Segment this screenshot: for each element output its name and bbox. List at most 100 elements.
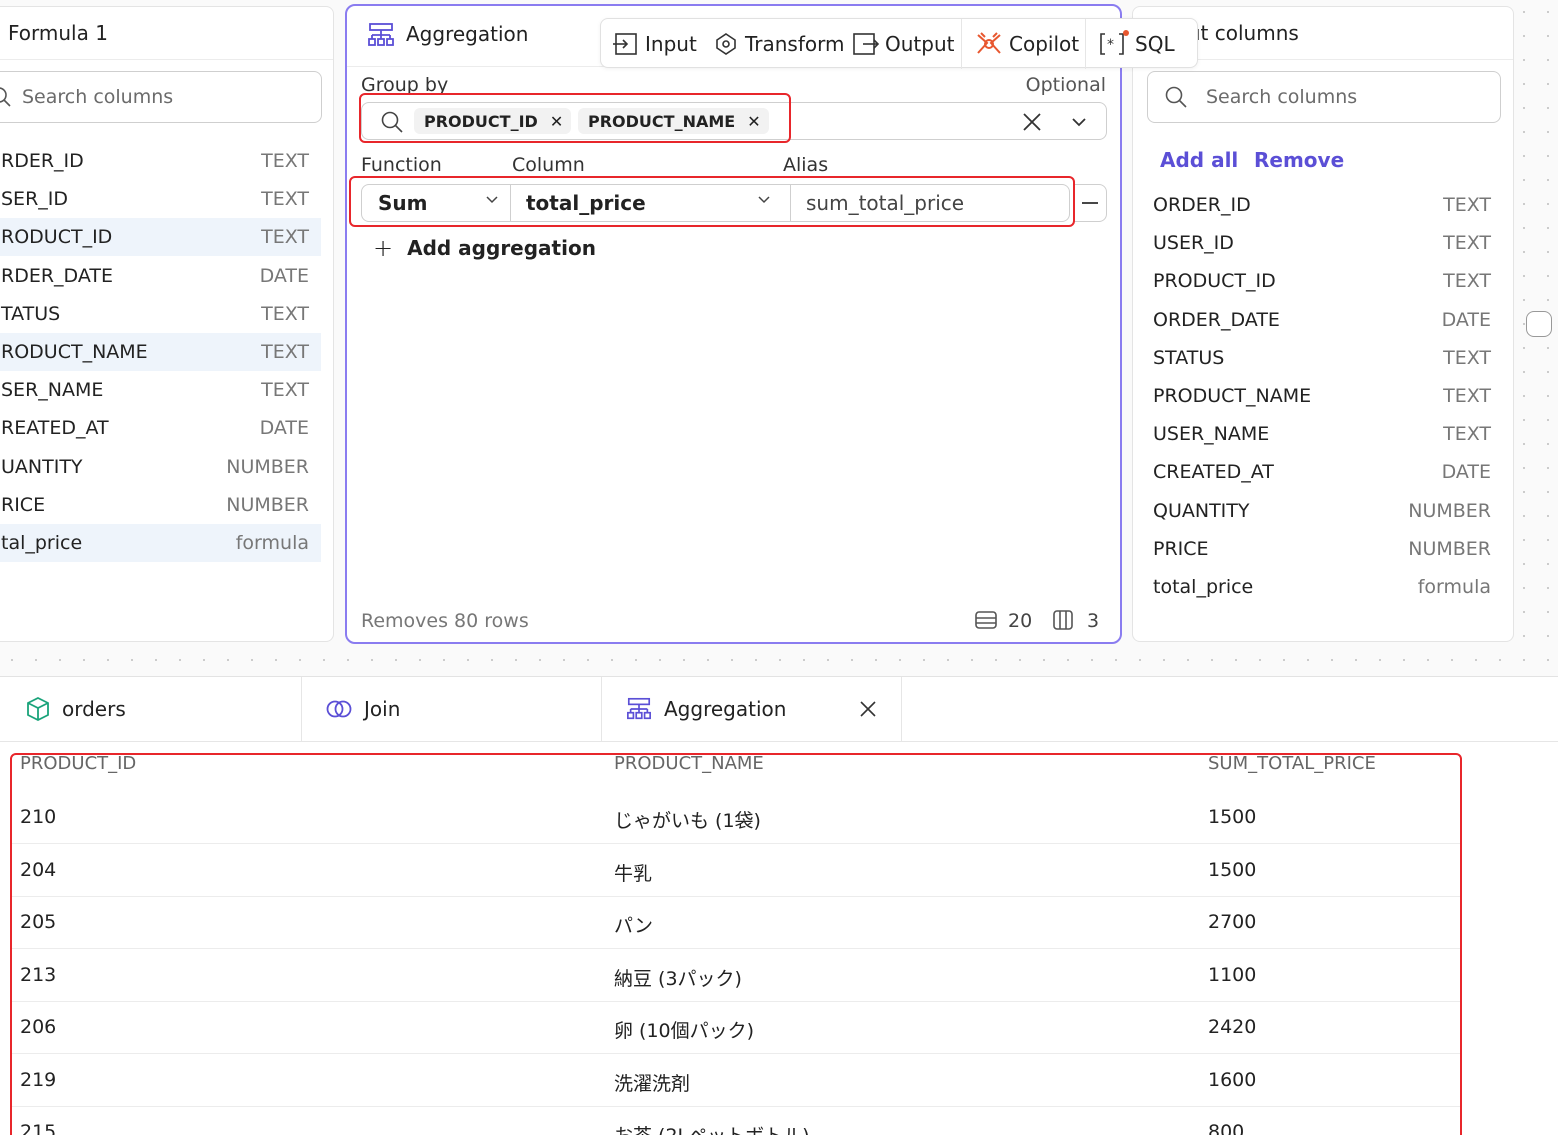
function-label: Function xyxy=(361,154,442,176)
tab-orders[interactable]: orders xyxy=(0,677,302,741)
output-columns-node[interactable]: ıt columns Search columns Add all Remove… xyxy=(1132,6,1514,642)
chip-remove-icon[interactable]: ✕ xyxy=(747,112,760,131)
remove-aggregation-button[interactable] xyxy=(1073,184,1107,222)
add-aggregation-button[interactable]: + Add aggregation xyxy=(373,234,596,262)
add-all-button[interactable]: Add all xyxy=(1160,148,1238,172)
column-name: RODUCT_ID xyxy=(1,226,113,249)
tab-label: Join xyxy=(364,697,401,721)
table-cell: 1500 xyxy=(1208,858,1257,881)
close-icon[interactable] xyxy=(860,701,876,717)
column-name: PRODUCT_ID xyxy=(1153,270,1276,293)
toolbar-divider xyxy=(961,19,962,69)
table-cell: 牛乳 xyxy=(614,862,653,885)
aggregation-icon xyxy=(368,23,394,46)
column-list-item[interactable]: TATUS TEXT xyxy=(0,295,321,333)
function-select[interactable]: Sum xyxy=(361,184,511,222)
column-list-item[interactable]: RODUCT_ID TEXT xyxy=(0,218,321,257)
input-button[interactable]: Input xyxy=(613,19,697,69)
remove-button[interactable]: Remove xyxy=(1254,148,1344,172)
column-type: DATE xyxy=(1441,461,1491,484)
column-list-item[interactable]: RODUCT_NAME TEXT xyxy=(0,333,321,371)
sql-label: SQL xyxy=(1135,32,1175,56)
column-list-item[interactable]: PRODUCT_ID TEXT xyxy=(1143,262,1503,300)
column-list-item[interactable]: SER_NAME TEXT xyxy=(0,371,321,409)
output-label: Output xyxy=(885,32,955,56)
transform-button[interactable]: Transform xyxy=(713,19,844,69)
tab-aggregation[interactable]: Aggregation xyxy=(602,677,902,741)
column-list-item[interactable]: RDER_DATE DATE xyxy=(0,257,321,295)
column-name: UANTITY xyxy=(1,455,83,478)
chevron-down-icon xyxy=(758,196,770,204)
column-select[interactable]: total_price xyxy=(510,184,791,222)
formula-node[interactable]: Formula 1 Search columns RDER_ID TEXT SER_… xyxy=(0,6,334,642)
column-name: CREATED_AT xyxy=(1153,461,1274,484)
column-name: SER_ID xyxy=(1,188,69,211)
column-list-item[interactable]: RDER_ID TEXT xyxy=(0,142,321,180)
output-button[interactable]: Output xyxy=(853,19,954,69)
table-row[interactable]: 204 牛乳 1500 xyxy=(10,845,1460,897)
column-list-item[interactable]: RICE NUMBER xyxy=(0,486,321,524)
alias-input[interactable]: sum_total_price xyxy=(790,184,1070,222)
chip-remove-icon[interactable]: ✕ xyxy=(550,112,563,131)
column-type: NUMBER xyxy=(226,493,309,516)
search-icon xyxy=(1165,86,1187,108)
column-list-item[interactable]: ORDER_ID TEXT xyxy=(1143,186,1503,224)
column-name: QUANTITY xyxy=(1153,499,1250,522)
column-list-item[interactable]: total_price formula xyxy=(1143,568,1503,606)
aggregation-node[interactable]: Aggregation Group by Optional PRODUCT_ID… xyxy=(345,4,1122,644)
cube-icon xyxy=(27,696,49,722)
search-input[interactable]: Search columns xyxy=(0,71,322,123)
add-aggregation-label: Add aggregation xyxy=(407,236,596,260)
search-placeholder: Search columns xyxy=(22,86,174,108)
copilot-icon xyxy=(977,32,1001,54)
column-list-item[interactable]: PRODUCT_NAME TEXT xyxy=(1143,377,1503,415)
removes-rows-text: Removes 80 rows xyxy=(361,610,529,632)
table-cell: 卵 (10個パック) xyxy=(614,1020,755,1042)
table-row[interactable]: 213 納豆 (3パック) 1100 xyxy=(10,950,1460,1002)
table-row[interactable]: 206 卵 (10個パック) 2420 xyxy=(10,1002,1460,1054)
column-type: NUMBER xyxy=(1408,499,1491,522)
column-list-item[interactable]: CREATED_AT DATE xyxy=(1143,453,1503,491)
table-row[interactable]: 215 お茶 (2Lペットボトル) 800 xyxy=(10,1107,1460,1135)
chip-label: PRODUCT_ID xyxy=(424,111,538,131)
column-header: SUM_TOTAL_PRICE xyxy=(1208,753,1376,774)
column-count: 3 xyxy=(1087,610,1100,632)
column-list-item[interactable]: ORDER_DATE DATE xyxy=(1143,301,1503,339)
table-cell: 219 xyxy=(20,1068,57,1091)
minus-icon xyxy=(1082,202,1098,204)
column-list-item[interactable]: USER_NAME TEXT xyxy=(1143,415,1503,453)
table-row[interactable]: 205 パン 2700 xyxy=(10,897,1460,949)
search-icon xyxy=(0,87,11,107)
column-name: RDER_DATE xyxy=(1,264,113,287)
toolbar-divider xyxy=(1085,19,1086,69)
clear-icon[interactable] xyxy=(1022,112,1042,132)
search-input[interactable]: Search columns xyxy=(1147,71,1501,123)
table-row[interactable]: 219 洗濯洗剤 1600 xyxy=(10,1055,1460,1107)
column-label: Column xyxy=(512,154,585,176)
column-list-item[interactable]: tal_price formula xyxy=(0,524,321,562)
column-name: SER_NAME xyxy=(1,379,104,402)
group-by-chip[interactable]: PRODUCT_ID ✕ xyxy=(414,108,572,134)
tab-join[interactable]: Join xyxy=(302,677,602,741)
rows-icon xyxy=(975,611,997,629)
column-type: TEXT xyxy=(261,226,309,249)
transform-label: Transform xyxy=(745,32,845,56)
column-name: RICE xyxy=(1,493,46,516)
column-list-item[interactable]: PRICE NUMBER xyxy=(1143,530,1503,568)
group-by-select[interactable]: PRODUCT_ID ✕ PRODUCT_NAME ✕ xyxy=(361,102,1107,140)
tab-label: orders xyxy=(62,697,126,721)
sql-icon: * xyxy=(1100,30,1129,55)
connection-handle[interactable] xyxy=(1526,311,1552,337)
column-list-item[interactable]: USER_ID TEXT xyxy=(1143,224,1503,262)
column-list-item[interactable]: STATUS TEXT xyxy=(1143,339,1503,377)
copilot-button[interactable]: Copilot xyxy=(975,19,1079,69)
column-list-item[interactable]: UANTITY NUMBER xyxy=(0,448,321,486)
column-list-item[interactable]: QUANTITY NUMBER xyxy=(1143,492,1503,530)
sql-button[interactable]: * SQL xyxy=(1099,19,1175,69)
group-by-chip[interactable]: PRODUCT_NAME ✕ xyxy=(578,108,769,134)
table-cell: 213 xyxy=(20,963,57,986)
table-row[interactable]: 210 じゃがいも (1袋) 1500 xyxy=(10,792,1460,844)
column-list-item[interactable]: SER_ID TEXT xyxy=(0,180,321,218)
chevron-down-icon[interactable] xyxy=(1072,117,1086,127)
column-list-item[interactable]: REATED_AT DATE xyxy=(0,409,321,447)
